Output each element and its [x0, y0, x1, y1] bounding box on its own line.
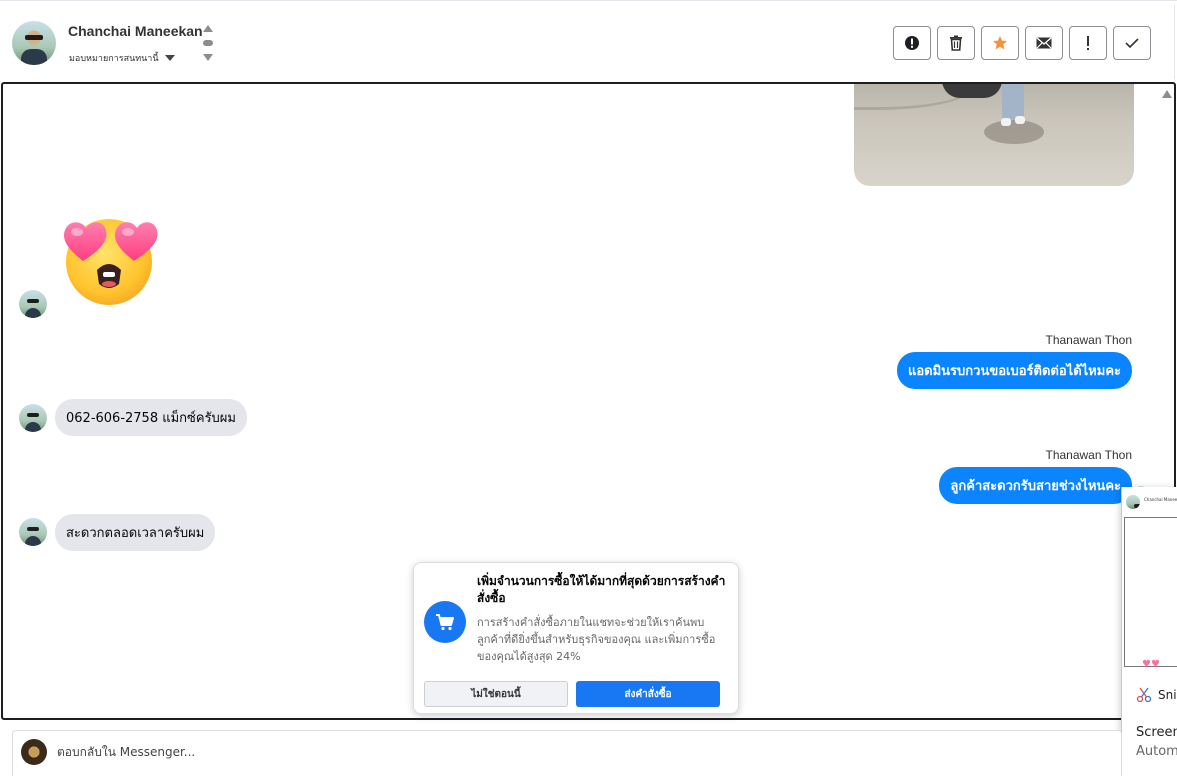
conversation-header: Chanchai Maneekan มอบหมายการสนทนานี้: [0, 0, 1177, 82]
shared-photo[interactable]: [854, 84, 1134, 186]
mark-done-button[interactable]: [1113, 26, 1151, 60]
previous-conversation-icon[interactable]: [203, 25, 213, 32]
snipping-tool-app: Sni: [1136, 687, 1177, 703]
snipping-tool-label: Sni: [1158, 688, 1177, 702]
screenshot-thumbnail[interactable]: [1124, 517, 1177, 667]
page-avatar: [21, 739, 47, 765]
photo-detail: [942, 84, 1002, 98]
messenger-inbox: Chanchai Maneekan มอบหมายการสนทนานี้ Tha…: [0, 0, 1177, 776]
report-spam-button[interactable]: [893, 26, 931, 60]
contact-avatar-small: [19, 518, 47, 546]
notification-text: Screen Autom: [1136, 723, 1177, 761]
incoming-message[interactable]: 062-606-2758 แม็กซ์ครับผม: [55, 399, 247, 436]
photo-detail: [984, 120, 1044, 144]
delete-button[interactable]: [937, 26, 975, 60]
chevron-down-icon: [164, 55, 175, 61]
star-icon: [993, 36, 1007, 50]
alert-circle-icon: [905, 36, 919, 50]
photo-detail: [1015, 116, 1025, 124]
envelope-icon: [1036, 37, 1052, 49]
reply-input[interactable]: [57, 745, 657, 759]
checkmark-icon: [1125, 38, 1139, 49]
promo-description: การสร้างคำสั่งซื้อภายในแชทจะช่วยให้เราค้…: [477, 616, 716, 663]
not-now-button[interactable]: ไม่ใช่ตอนนี้: [424, 681, 568, 707]
photo-detail: [1001, 118, 1011, 126]
contact-avatar-small: [19, 404, 47, 432]
contact-avatar[interactable]: [12, 21, 56, 65]
contact-name[interactable]: Chanchai Maneekan: [68, 23, 203, 39]
heart-eyes-emoji-icon[interactable]: [59, 214, 163, 306]
thumb-avatar: [1126, 495, 1140, 509]
star-button[interactable]: [981, 26, 1019, 60]
notification-title: Screen: [1136, 725, 1177, 740]
header-divider: [1174, 5, 1175, 79]
snipping-tool-notification[interactable]: Chanchai Maneek ♥♥ Sni Screen Autom: [1121, 487, 1177, 776]
mark-unread-button[interactable]: [1025, 26, 1063, 60]
scroll-up-arrow-icon[interactable]: [1162, 90, 1172, 98]
thumb-header-text: Chanchai Maneek: [1144, 497, 1177, 502]
send-order-button[interactable]: ส่งคำสั่งซื้อ: [576, 681, 720, 707]
next-conversation-icon[interactable]: [203, 54, 213, 61]
assign-label: มอบหมายการสนทนานี้: [69, 54, 159, 64]
notification-subtitle: Autom: [1136, 744, 1177, 759]
promo-title: เพิ่มจำนวนการซื้อให้ได้มากที่สุดด้วยการส…: [477, 574, 726, 605]
incoming-message[interactable]: สะดวกตลอดเวลาครับผม: [55, 514, 216, 551]
photo-detail: [1002, 84, 1024, 120]
cart-icon: [436, 614, 454, 631]
exclamation-icon: [1087, 36, 1089, 50]
reply-composer: [12, 730, 1122, 776]
sender-name: Thanawan Thon: [1045, 448, 1132, 462]
assign-conversation-dropdown[interactable]: มอบหมายการสนทนานี้: [69, 51, 175, 65]
scissors-icon: [1136, 687, 1152, 703]
conversation-nav[interactable]: [202, 23, 214, 65]
outgoing-message[interactable]: ลูกค้าสะดวกรับสายช่วงไหนคะ: [939, 467, 1132, 504]
thumb-emoji-icon: ♥♥: [1142, 659, 1160, 670]
conversation-nav-handle: [203, 40, 213, 46]
promo-icon-badge: [424, 601, 466, 643]
conversation-toolbar: [893, 26, 1151, 60]
follow-up-button[interactable]: [1069, 26, 1107, 60]
sender-name: Thanawan Thon: [1045, 333, 1132, 347]
outgoing-message[interactable]: แอดมินรบกวนขอเบอร์ติดต่อได้ไหมคะ: [896, 352, 1132, 389]
create-order-promo: เพิ่มจำนวนการซื้อให้ได้มากที่สุดด้วยการส…: [413, 562, 739, 714]
contact-avatar-small: [19, 290, 47, 318]
trash-icon: [950, 35, 962, 51]
